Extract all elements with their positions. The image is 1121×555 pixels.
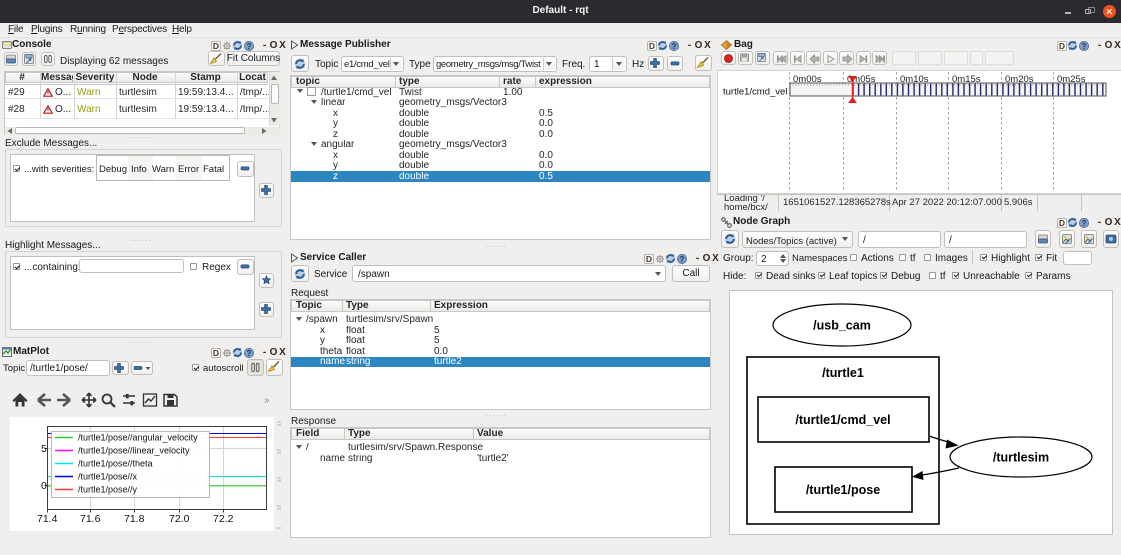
svg-text:/turtlesim: /turtlesim — [993, 451, 1049, 465]
svg-text:/turtle1/pose//angular_velocit: /turtle1/pose//angular_velocity — [78, 433, 198, 443]
svg-text:5: 5 — [41, 443, 47, 455]
svg-text:71.6: 71.6 — [80, 513, 101, 525]
svg-text:turtle1/cmd_vel: turtle1/cmd_vel — [723, 87, 787, 98]
svg-text:?: ? — [672, 41, 677, 50]
svg-text:?: ? — [680, 254, 685, 263]
svg-text:/usb_cam: /usb_cam — [813, 319, 871, 333]
svg-text:/turtle1/pose: /turtle1/pose — [806, 483, 880, 497]
svg-text:71.4: 71.4 — [37, 513, 58, 525]
svg-text:/turtle1/pose//y: /turtle1/pose//y — [78, 485, 138, 495]
svg-text:/turtle1: /turtle1 — [822, 366, 864, 380]
svg-text:?: ? — [247, 348, 252, 357]
svg-text:0: 0 — [41, 480, 47, 492]
svg-text:/turtle1/pose//x: /turtle1/pose//x — [78, 472, 138, 482]
svg-text:/turtle1/cmd_vel: /turtle1/cmd_vel — [795, 413, 890, 427]
svg-text:?: ? — [1082, 41, 1087, 50]
svg-text:72.2: 72.2 — [213, 513, 234, 525]
svg-text:/turtle1/pose//linear_velocity: /turtle1/pose//linear_velocity — [78, 446, 190, 456]
svg-text:/turtle1/pose//theta: /turtle1/pose//theta — [78, 459, 153, 469]
svg-text:71.8: 71.8 — [124, 513, 145, 525]
svg-text:72.0: 72.0 — [169, 513, 190, 525]
svg-text:?: ? — [1082, 218, 1087, 227]
svg-text:?: ? — [247, 41, 252, 50]
